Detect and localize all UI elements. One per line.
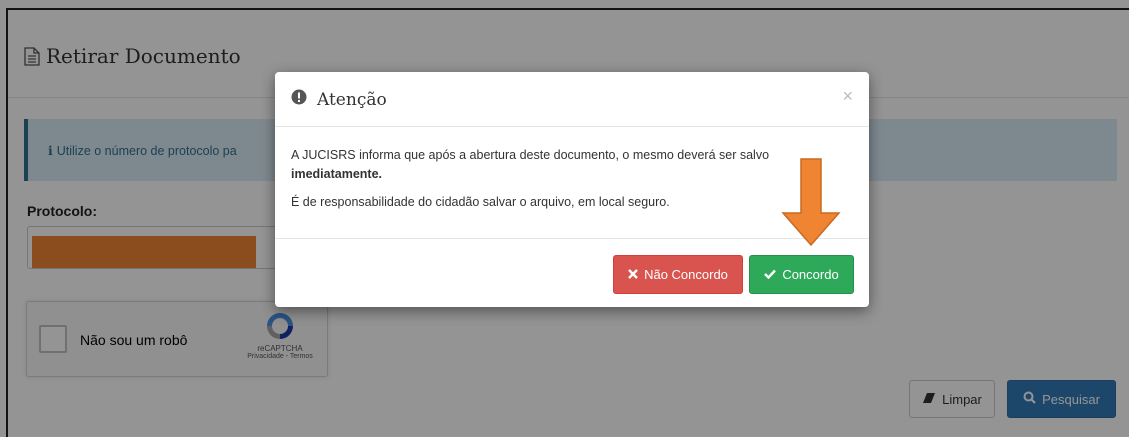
modal-header: Atenção × <box>275 72 869 127</box>
annotation-arrow-icon <box>781 158 841 247</box>
modal-title: Atenção <box>317 89 387 110</box>
x-icon <box>628 267 638 282</box>
agree-button-label: Concordo <box>782 267 839 282</box>
modal-title-row: Atenção <box>291 89 387 110</box>
disagree-button[interactable]: Não Concordo <box>613 255 743 294</box>
disagree-button-label: Não Concordo <box>644 267 728 282</box>
check-icon <box>764 267 777 282</box>
modal-message-2: É de responsabilidade do cidadão salvar … <box>291 195 670 209</box>
agree-button[interactable]: Concordo <box>749 255 854 294</box>
modal-body: A JUCISRS informa que após a abertura de… <box>291 146 857 221</box>
modal-message-1-text: A JUCISRS informa que após a abertura de… <box>291 148 770 162</box>
modal-message-1-bold: imediatamente. <box>291 167 383 181</box>
modal-message-1: A JUCISRS informa que após a abertura de… <box>291 146 857 184</box>
exclamation-circle-icon <box>291 89 307 110</box>
close-icon[interactable]: × <box>842 86 853 107</box>
